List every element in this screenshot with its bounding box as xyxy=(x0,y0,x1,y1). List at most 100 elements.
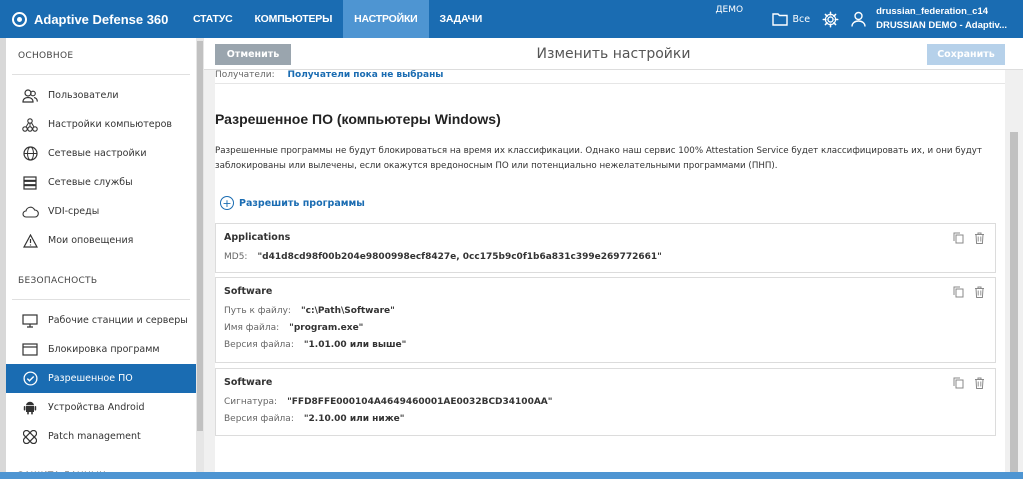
rule-name: Applications xyxy=(224,232,291,243)
sidebar-item-label: Рабочие станции и серверы xyxy=(48,315,188,326)
top-right-area: ДЕМО Все drussian_federation_c14 DRUSSIA… xyxy=(716,0,1023,38)
copy-icon[interactable] xyxy=(953,377,964,389)
window-icon xyxy=(20,342,40,358)
recipients-label: Получатели: xyxy=(215,70,275,80)
recipients-row: Получатели: Получатели пока не выбраны xyxy=(215,70,1005,84)
sidebar: ОСНОВНОЕ Пользователи Настройки компьюте… xyxy=(6,38,196,472)
save-button[interactable]: Сохранить xyxy=(927,44,1005,65)
sidebar-item-patch-management[interactable]: Patch management xyxy=(6,422,196,451)
rule-row: Версия файла: "2.10.00 или ниже" xyxy=(224,410,987,427)
check-circle-icon xyxy=(20,371,40,387)
main-panel: Отменить Изменить настройки Сохранить По… xyxy=(204,38,1023,472)
rule-row: Имя файла: "program.exe" xyxy=(224,319,987,336)
allowed-rule-card: Software Путь к файлу: "c:\Path\Software… xyxy=(215,277,996,363)
filter-all-button[interactable]: Все xyxy=(771,12,811,26)
vdi-cloud-icon xyxy=(20,204,40,220)
sidebar-item-users[interactable]: Пользователи xyxy=(6,81,196,110)
user-icon xyxy=(851,11,866,27)
sidebar-item-allowed-software[interactable]: Разрешенное ПО xyxy=(6,364,196,393)
sidebar-item-alerts[interactable]: Мои оповещения xyxy=(6,226,196,255)
rule-key: Версия файла: xyxy=(224,339,294,350)
brand-logo-icon xyxy=(12,11,27,27)
rule-name: Software xyxy=(224,377,273,388)
sidebar-section-data-protection: ЗАЩИТА ДАННЫХ xyxy=(6,464,196,472)
rule-row: Путь к файлу: "c:\Path\Software" xyxy=(224,302,987,319)
settings-content: Получатели: Получатели пока не выбраны Р… xyxy=(215,70,1005,472)
sidebar-section-security: БЕЗОПАСНОСТЬ xyxy=(18,276,98,286)
sidebar-item-label: VDI-среды xyxy=(48,206,100,217)
brand-name: Adaptive Defense 360 xyxy=(34,11,169,27)
sidebar-item-label: Устройства Android xyxy=(48,402,145,413)
sidebar-item-label: Patch management xyxy=(48,431,141,442)
brand[interactable]: Adaptive Defense 360 xyxy=(0,0,182,38)
nav-status[interactable]: СТАТУС xyxy=(182,0,243,38)
sidebar-item-label: Настройки компьютеров xyxy=(48,119,173,130)
sidebar-item-vdi[interactable]: VDI-среды xyxy=(6,197,196,226)
rule-key: Сигнатура: xyxy=(224,396,278,407)
allowed-rule-card: Software Сигнатура: "FFD8FFE000104A46494… xyxy=(215,368,996,436)
rule-value: "c:\Path\Software" xyxy=(300,305,395,316)
copy-icon[interactable] xyxy=(953,232,964,244)
rule-key: Имя файла: xyxy=(224,322,280,333)
trash-icon[interactable] xyxy=(974,377,985,389)
nav-computers[interactable]: КОМПЬЮТЕРЫ xyxy=(243,0,343,38)
section-description: Разрешенные программы не будут блокирова… xyxy=(215,146,982,171)
android-icon xyxy=(20,400,40,416)
sidebar-item-workstations[interactable]: Рабочие станции и серверы xyxy=(6,306,196,335)
rule-value: "2.10.00 или ниже" xyxy=(303,413,405,424)
allow-programs-label: Разрешить программы xyxy=(239,197,365,209)
rule-key: Версия файла: xyxy=(224,413,294,424)
rule-value: "d41d8cd98f00b204e9800998ecf8427e, 0cc17… xyxy=(257,251,662,262)
nav-settings[interactable]: НАСТРОЙКИ xyxy=(343,0,429,38)
rule-name: Software xyxy=(224,286,273,297)
sidebar-item-label: Сетевые службы xyxy=(48,177,133,188)
folder-icon xyxy=(771,13,788,26)
copy-icon[interactable] xyxy=(953,286,964,298)
plus-circle-icon: + xyxy=(220,196,234,210)
rule-key: Путь к файлу: xyxy=(224,305,291,316)
nav-tasks[interactable]: ЗАДАЧИ xyxy=(429,0,494,38)
user-menu[interactable]: drussian_federation_c14 DRUSSIAN DEMO - … xyxy=(851,5,1007,33)
sidebar-item-label: Сетевые настройки xyxy=(48,148,147,159)
sidebar-item-label: Разрешенное ПО xyxy=(48,373,133,384)
rule-value: "FFD8FFE000104A4649460001AE0032BCD34100A… xyxy=(287,396,553,407)
sidebar-item-label: Блокировка программ xyxy=(48,344,160,355)
sidebar-item-computer-settings[interactable]: Настройки компьютеров xyxy=(6,110,196,139)
demo-label: ДЕМО xyxy=(715,5,744,15)
users-icon xyxy=(20,88,40,104)
top-bar: Adaptive Defense 360 СТАТУС КОМПЬЮТЕРЫ Н… xyxy=(0,0,1023,38)
user-account-name: drussian_federation_c14 xyxy=(876,6,989,17)
sidebar-divider xyxy=(12,74,190,75)
sidebar-divider xyxy=(12,299,190,300)
content-scrollbar-thumb[interactable] xyxy=(1010,132,1018,472)
globe-icon xyxy=(20,146,40,162)
allow-programs-button[interactable]: + Разрешить программы xyxy=(220,196,365,210)
page-title: Изменить настройки xyxy=(536,46,691,62)
monitor-icon xyxy=(20,313,40,329)
section-title: Разрешенное ПО (компьютеры Windows) xyxy=(215,111,501,127)
rule-key: MD5: xyxy=(224,251,248,262)
sidebar-scrollbar-thumb[interactable] xyxy=(197,41,203,431)
trash-icon[interactable] xyxy=(974,232,985,244)
sidebar-item-network-settings[interactable]: Сетевые настройки xyxy=(6,139,196,168)
sidebar-item-label: Мои оповещения xyxy=(48,235,134,246)
network-nodes-icon xyxy=(20,117,40,133)
gear-icon[interactable] xyxy=(822,11,839,28)
rule-value: "1.01.00 или выше" xyxy=(303,339,407,350)
trash-icon[interactable] xyxy=(974,286,985,298)
rule-value: "program.exe" xyxy=(289,322,364,333)
filter-all-label: Все xyxy=(792,13,811,25)
sidebar-item-network-services[interactable]: Сетевые службы xyxy=(6,168,196,197)
user-account-org: DRUSSIAN DEMO - Adaptiv... xyxy=(876,20,1007,31)
sidebar-item-android[interactable]: Устройства Android xyxy=(6,393,196,422)
allowed-rule-card: Applications MD5: "d41d8cd98f00b204e9800… xyxy=(215,223,996,273)
main-nav: СТАТУС КОМПЬЮТЕРЫ НАСТРОЙКИ ЗАДАЧИ xyxy=(182,0,493,38)
window-bottom-border xyxy=(0,472,1023,479)
sidebar-section-basic: ОСНОВНОЕ xyxy=(18,51,74,61)
recipients-link[interactable]: Получатели пока не выбраны xyxy=(287,70,443,80)
settings-header: Отменить Изменить настройки Сохранить xyxy=(204,38,1023,70)
patch-icon xyxy=(20,429,40,445)
sidebar-item-app-blocking[interactable]: Блокировка программ xyxy=(6,335,196,364)
rule-row: MD5: "d41d8cd98f00b204e9800998ecf8427e, … xyxy=(224,248,987,265)
sidebar-item-label: Пользователи xyxy=(48,90,119,101)
